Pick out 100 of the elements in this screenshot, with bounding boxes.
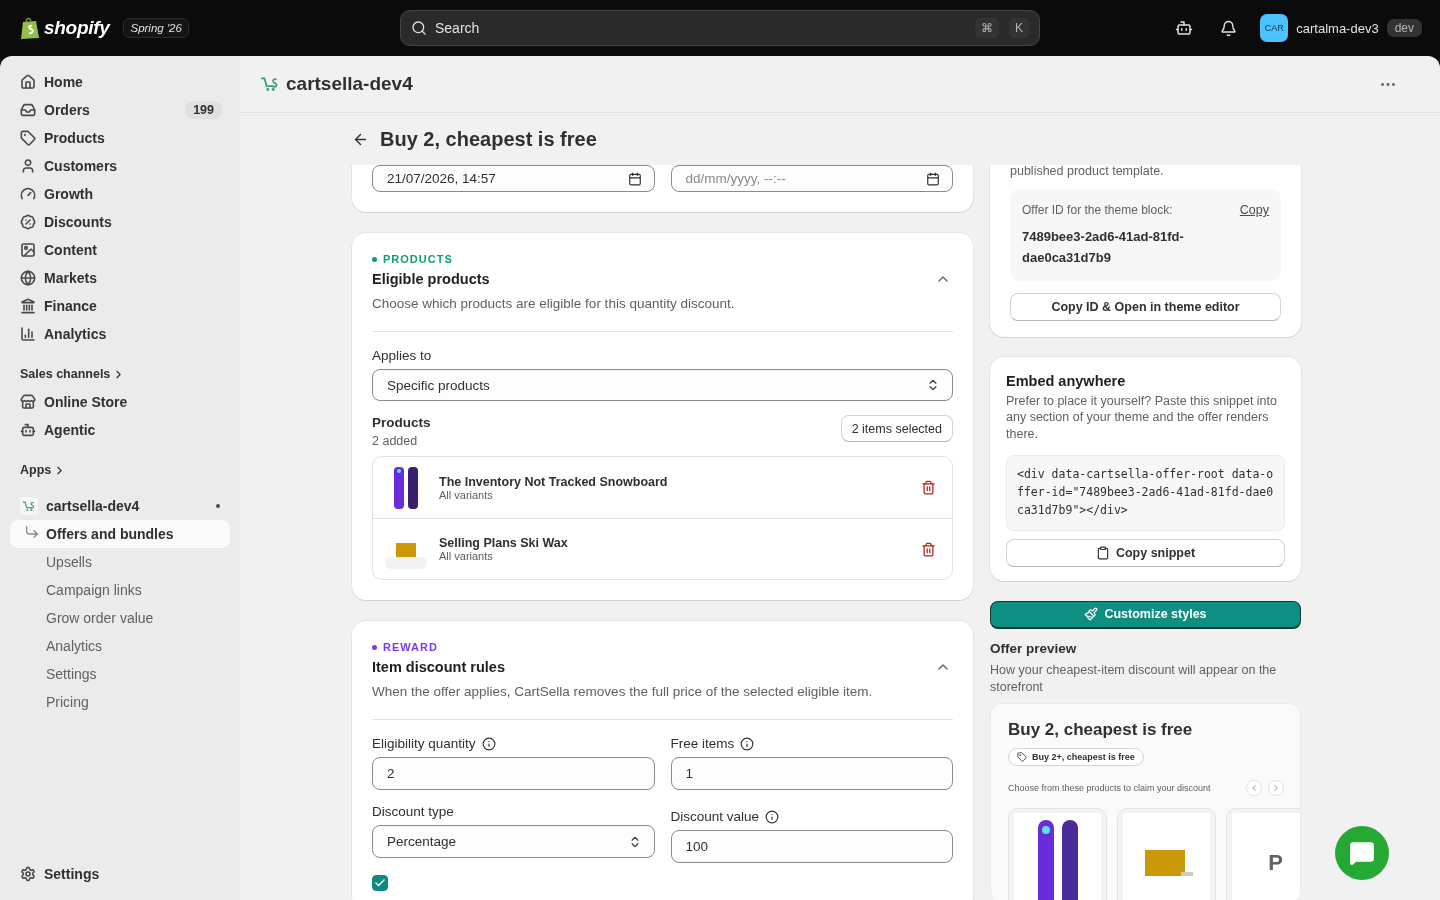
chat-button[interactable] [1335,826,1389,880]
sidebar-item[interactable]: Analytics [10,632,230,660]
dev-badge: dev [1386,19,1422,37]
sidebar-item[interactable]: Finance [10,292,230,320]
search-field[interactable]: Search ⌘ K [400,10,1040,46]
section-tag: REWARD [372,641,953,654]
card-description: Prefer to place it yourself? Paste this snippet into any section of your theme and the offer renders there. [1006,392,1278,444]
nav-icon [20,130,36,146]
sidebar-item[interactable]: Products [10,124,230,152]
input-value[interactable]: 2 [385,765,642,783]
input-value[interactable]: 1 [683,765,940,783]
brush-icon [1084,607,1099,622]
trash-icon [921,541,936,557]
app-title: cartsella-dev4 [286,73,414,95]
checkbox[interactable] [372,875,388,892]
tag-icon [1017,752,1027,763]
copy-snippet-button[interactable]: Copy snippet [1006,538,1285,567]
release-badge: Spring '26 [123,18,189,38]
count-badge: 199 [185,101,222,119]
help-text: published product template. [1010,165,1165,177]
field-label: Discount value [670,809,760,825]
bell-icon [1219,19,1237,37]
sidebar-item[interactable]: Offers and bundles [10,520,230,548]
nav-icon [20,102,36,118]
date-field[interactable]: 21/07/2026, 14:57 [372,165,655,192]
sidebar-item[interactable]: Discounts [10,208,230,236]
product-variants: All variants [439,550,494,563]
nav-icon [20,214,36,230]
date-field[interactable]: dd/mm/yyyy, --:-- [670,165,953,192]
date-input[interactable]: 21/07/2026, 14:57 [385,170,622,187]
sidebar-item[interactable]: Customers [10,152,230,180]
copy-open-button[interactable]: Copy ID & Open in theme editor [1010,292,1281,321]
product-name: Selling Plans Ski Wax [439,536,568,551]
sidebar-item[interactable]: Settings [10,660,230,688]
date-input[interactable]: dd/mm/yyyy, --:-- [683,170,920,187]
added-count: 2 added [372,434,419,449]
store-name: cartalma-dev3 [1296,20,1379,36]
shopping-bag-logo [20,16,40,40]
cart-logo-icon [22,499,36,513]
nav-icon [20,394,36,410]
info-icon[interactable] [481,736,496,751]
store-avatar[interactable]: CAR [1260,14,1289,42]
code-snippet: <div data-cartsella-offer-root data-offer-id="7489bee3-2ad6-41ad-81fd-dae0ca31d7b9"></div> [1006,455,1285,531]
select-field[interactable]: Specific products [372,369,953,402]
info-icon[interactable] [765,809,780,824]
sidebar-item[interactable]: Agentic [10,416,230,444]
field-label: Applies to [372,348,433,364]
sidebar-item[interactable]: Home [10,68,230,96]
copy-link[interactable]: Copy [1239,203,1269,217]
offer-title: Buy 2, cheapest is free [1008,720,1194,741]
sidebar-item[interactable]: Content [10,236,230,264]
chat-icon [1349,840,1375,866]
nav-icon [20,242,36,258]
page-title: Buy 2, cheapest is free [380,127,597,151]
select-field[interactable]: Percentage [372,825,655,859]
nav-icon [20,270,36,286]
chevron-left-icon [1249,783,1259,794]
input-field[interactable]: 2 [372,757,655,791]
offer-id-label: Offer ID for the theme block: [1022,203,1173,217]
sidebar-item[interactable]: Markets [10,264,230,292]
snowboard-thumbnail [392,465,420,510]
robot-icon [1175,19,1194,37]
trash-icon [921,480,936,496]
sidebar-item[interactable]: Online Store [10,388,230,416]
nav-icon [20,74,36,90]
select-value[interactable]: Percentage [385,833,622,851]
brand-wordmark: shopify [44,17,110,39]
preview-caption: Choose from these products to claim your discount [1008,783,1212,794]
product-name: The Inventory Not Tracked Snowboard [439,474,668,489]
dot-icon [216,504,220,508]
app-item[interactable]: cartsella-dev4 [10,492,230,520]
customize-styles-button[interactable]: Customize styles [990,600,1301,629]
sidebar-item[interactable]: Growth [10,180,230,208]
search-input[interactable]: Search [433,19,965,37]
field-label: Discount type [372,804,454,820]
section-link[interactable]: Sales channels [10,360,230,388]
input-field[interactable]: 100 [670,830,953,864]
info-icon[interactable] [740,736,755,751]
input-value[interactable]: 100 [683,838,940,856]
sidebar-item[interactable]: Orders 199 [10,96,230,124]
search-icon [411,20,427,36]
section-link[interactable]: Apps [10,456,230,484]
field-label: Eligibility quantity [372,736,476,752]
sidebar-item[interactable]: Settings [10,860,230,888]
offer-badge: Buy 2+, cheapest is free [1008,748,1144,767]
section-title: Eligible products [372,271,490,287]
sidebar-item[interactable]: Campaign links [10,576,230,604]
sidebar-item[interactable]: Grow order value [10,604,230,632]
calendar-icon [627,171,642,186]
select-value[interactable]: Specific products [385,376,920,394]
section-description: Choose which products are eligible for this quantity discount. [372,295,736,313]
items-selected-button[interactable]: 2 items selected [840,415,953,443]
sidebar-item[interactable]: Pricing [10,688,230,716]
input-field[interactable]: 1 [670,757,953,791]
nav-icon [20,326,36,342]
section-title: Item discount rules [372,659,505,676]
sidebar-item[interactable]: Analytics [10,320,230,348]
more-icon [1381,82,1395,86]
card-title: Embed anywhere [1006,372,1127,389]
sidebar-item[interactable]: Upsells [10,548,230,576]
